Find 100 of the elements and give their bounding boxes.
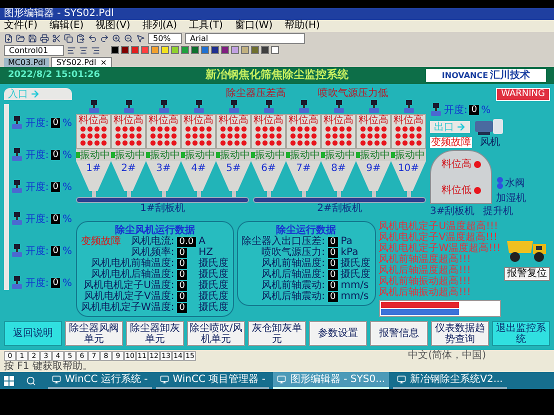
alarm-label: 除尘器压差高 — [226, 88, 286, 100]
zoom-field[interactable]: 50% — [148, 32, 182, 44]
menu-item[interactable]: 排列(A) — [142, 20, 177, 32]
nav-button[interactable]: 除尘喷吹/风机单元 — [187, 321, 245, 346]
redo-icon[interactable] — [100, 34, 109, 42]
level-label: 料位高 — [78, 115, 108, 126]
nav-button[interactable]: 灰仓卸灰单元 — [248, 321, 306, 346]
zoom-in-icon[interactable] — [112, 34, 121, 42]
taskbar-label: WinCC 项目管理器 - — [172, 374, 266, 385]
status-label: 振动中 — [325, 150, 355, 160]
menu-item[interactable]: 视图(V) — [96, 20, 130, 32]
nav-button[interactable]: 返回说明 — [4, 321, 62, 346]
data-unit: 摄氏度 — [198, 269, 229, 280]
data-value: 0 — [328, 236, 338, 246]
data-unit: Pa — [340, 236, 354, 247]
valve-icon — [430, 103, 442, 117]
fault-label: 变频故障 — [430, 137, 472, 148]
color-swatch[interactable] — [241, 46, 249, 54]
status-label: 振动中 — [220, 150, 250, 160]
tab-label: MC03.Pdl — [8, 58, 46, 67]
color-swatch[interactable] — [131, 46, 139, 54]
align-center-icon[interactable] — [79, 46, 88, 54]
data-unit: 摄氏度 — [198, 280, 229, 291]
color-swatch[interactable] — [141, 46, 149, 54]
opening-unit: % — [62, 150, 72, 160]
menu-item[interactable]: 文件(F) — [4, 20, 38, 32]
water-valve-icon — [496, 177, 504, 189]
taskbar-item[interactable]: 新冶钢除尘系统V2... — [393, 372, 507, 389]
data-unit: kPa — [340, 247, 358, 258]
menu-item[interactable]: 工具(T) — [189, 20, 223, 32]
color-swatch[interactable] — [211, 46, 219, 54]
paste-icon[interactable] — [76, 34, 85, 42]
search-icon[interactable] — [26, 376, 36, 386]
color-swatch[interactable] — [271, 46, 279, 54]
data-label: 风机前轴温度: — [262, 258, 325, 269]
font-field[interactable]: Arial — [185, 32, 305, 44]
color-swatch[interactable] — [251, 46, 259, 54]
valve-icon — [11, 148, 24, 162]
nav-button[interactable]: 仪表数据趋势查询 — [431, 321, 489, 346]
menu-item[interactable]: 窗口(W) — [234, 20, 273, 32]
folder-icon[interactable] — [16, 34, 25, 42]
color-swatch[interactable] — [191, 46, 199, 54]
color-swatch[interactable] — [171, 46, 179, 54]
undo-icon[interactable] — [88, 34, 97, 42]
document-tab[interactable]: MC03.Pdl — [4, 58, 50, 67]
data-label: 风机前轴震动: — [262, 280, 325, 291]
align-left-icon[interactable] — [67, 46, 76, 54]
unit-number: 8# — [331, 163, 346, 176]
equipment-label: 加湿机 — [496, 193, 526, 204]
color-swatch[interactable] — [181, 46, 189, 54]
copy-icon[interactable] — [64, 34, 73, 42]
color-swatch[interactable] — [151, 46, 159, 54]
document-tab[interactable]: SYS02.Pdl × — [51, 57, 112, 67]
cut-icon[interactable] — [52, 34, 61, 42]
color-swatch[interactable] — [111, 46, 119, 54]
nav-button[interactable]: 报警信息 — [370, 321, 428, 346]
opening-label: 开度: — [25, 118, 49, 128]
nav-button[interactable]: 除尘器风阀单元 — [65, 321, 123, 346]
data-value: 0 — [328, 270, 338, 280]
data-value: 0 — [177, 292, 187, 302]
data-label: 风机后轴温度: — [262, 269, 325, 280]
status-label: 振动中 — [255, 150, 285, 160]
color-swatch[interactable] — [221, 46, 229, 54]
save-icon[interactable] — [28, 34, 37, 42]
color-swatch[interactable] — [231, 46, 239, 54]
taskbar-item[interactable]: WinCC 运行系统 - — [48, 372, 152, 389]
windows-logo-icon[interactable] — [4, 376, 14, 386]
pointer-icon[interactable] — [136, 34, 145, 42]
opening-value: 0 — [50, 150, 60, 160]
zoom-out-icon[interactable] — [124, 34, 133, 42]
fan-motor-drawing — [474, 119, 504, 135]
color-swatch[interactable] — [261, 46, 269, 54]
level-label: 料位高 — [358, 115, 388, 126]
equipment-label: 3#刮板机 — [430, 206, 475, 217]
pulse-valve-dots-drawing — [115, 126, 142, 146]
data-unit: mm/s — [340, 291, 370, 302]
print-icon[interactable] — [40, 34, 49, 42]
valve-icon — [402, 100, 414, 114]
menu-item[interactable]: 帮助(H) — [284, 20, 320, 32]
align-right-icon[interactable] — [91, 46, 100, 54]
help-hint: 按 F1 键获取帮助。 — [4, 361, 94, 372]
level-label: 料位高 — [254, 115, 284, 126]
nav-button[interactable]: 参数设置 — [309, 321, 367, 346]
pulse-valve-dots-drawing — [150, 126, 177, 146]
new-file-icon[interactable] — [4, 34, 13, 42]
color-swatch[interactable] — [201, 46, 209, 54]
data-value: 0 — [328, 292, 338, 302]
menu-item[interactable]: 编辑(E) — [50, 20, 84, 32]
data-value: 0 — [328, 280, 338, 290]
unit-number: 2# — [121, 163, 136, 176]
data-label: 风机后轴震动: — [262, 291, 325, 302]
nav-button[interactable]: 除尘器卸灰单元 — [126, 321, 184, 346]
nav-button[interactable]: 退出监控系统 — [492, 321, 550, 346]
color-swatch[interactable] — [121, 46, 129, 54]
object-field[interactable]: Control01 — [4, 44, 64, 56]
taskbar-item[interactable]: WinCC 项目管理器 - — [156, 372, 270, 389]
alarm-reset-button[interactable]: 报警复位 — [504, 267, 550, 281]
color-swatch[interactable] — [161, 46, 169, 54]
close-tab-button[interactable]: × — [100, 58, 107, 67]
data-value: 0 — [177, 302, 187, 312]
